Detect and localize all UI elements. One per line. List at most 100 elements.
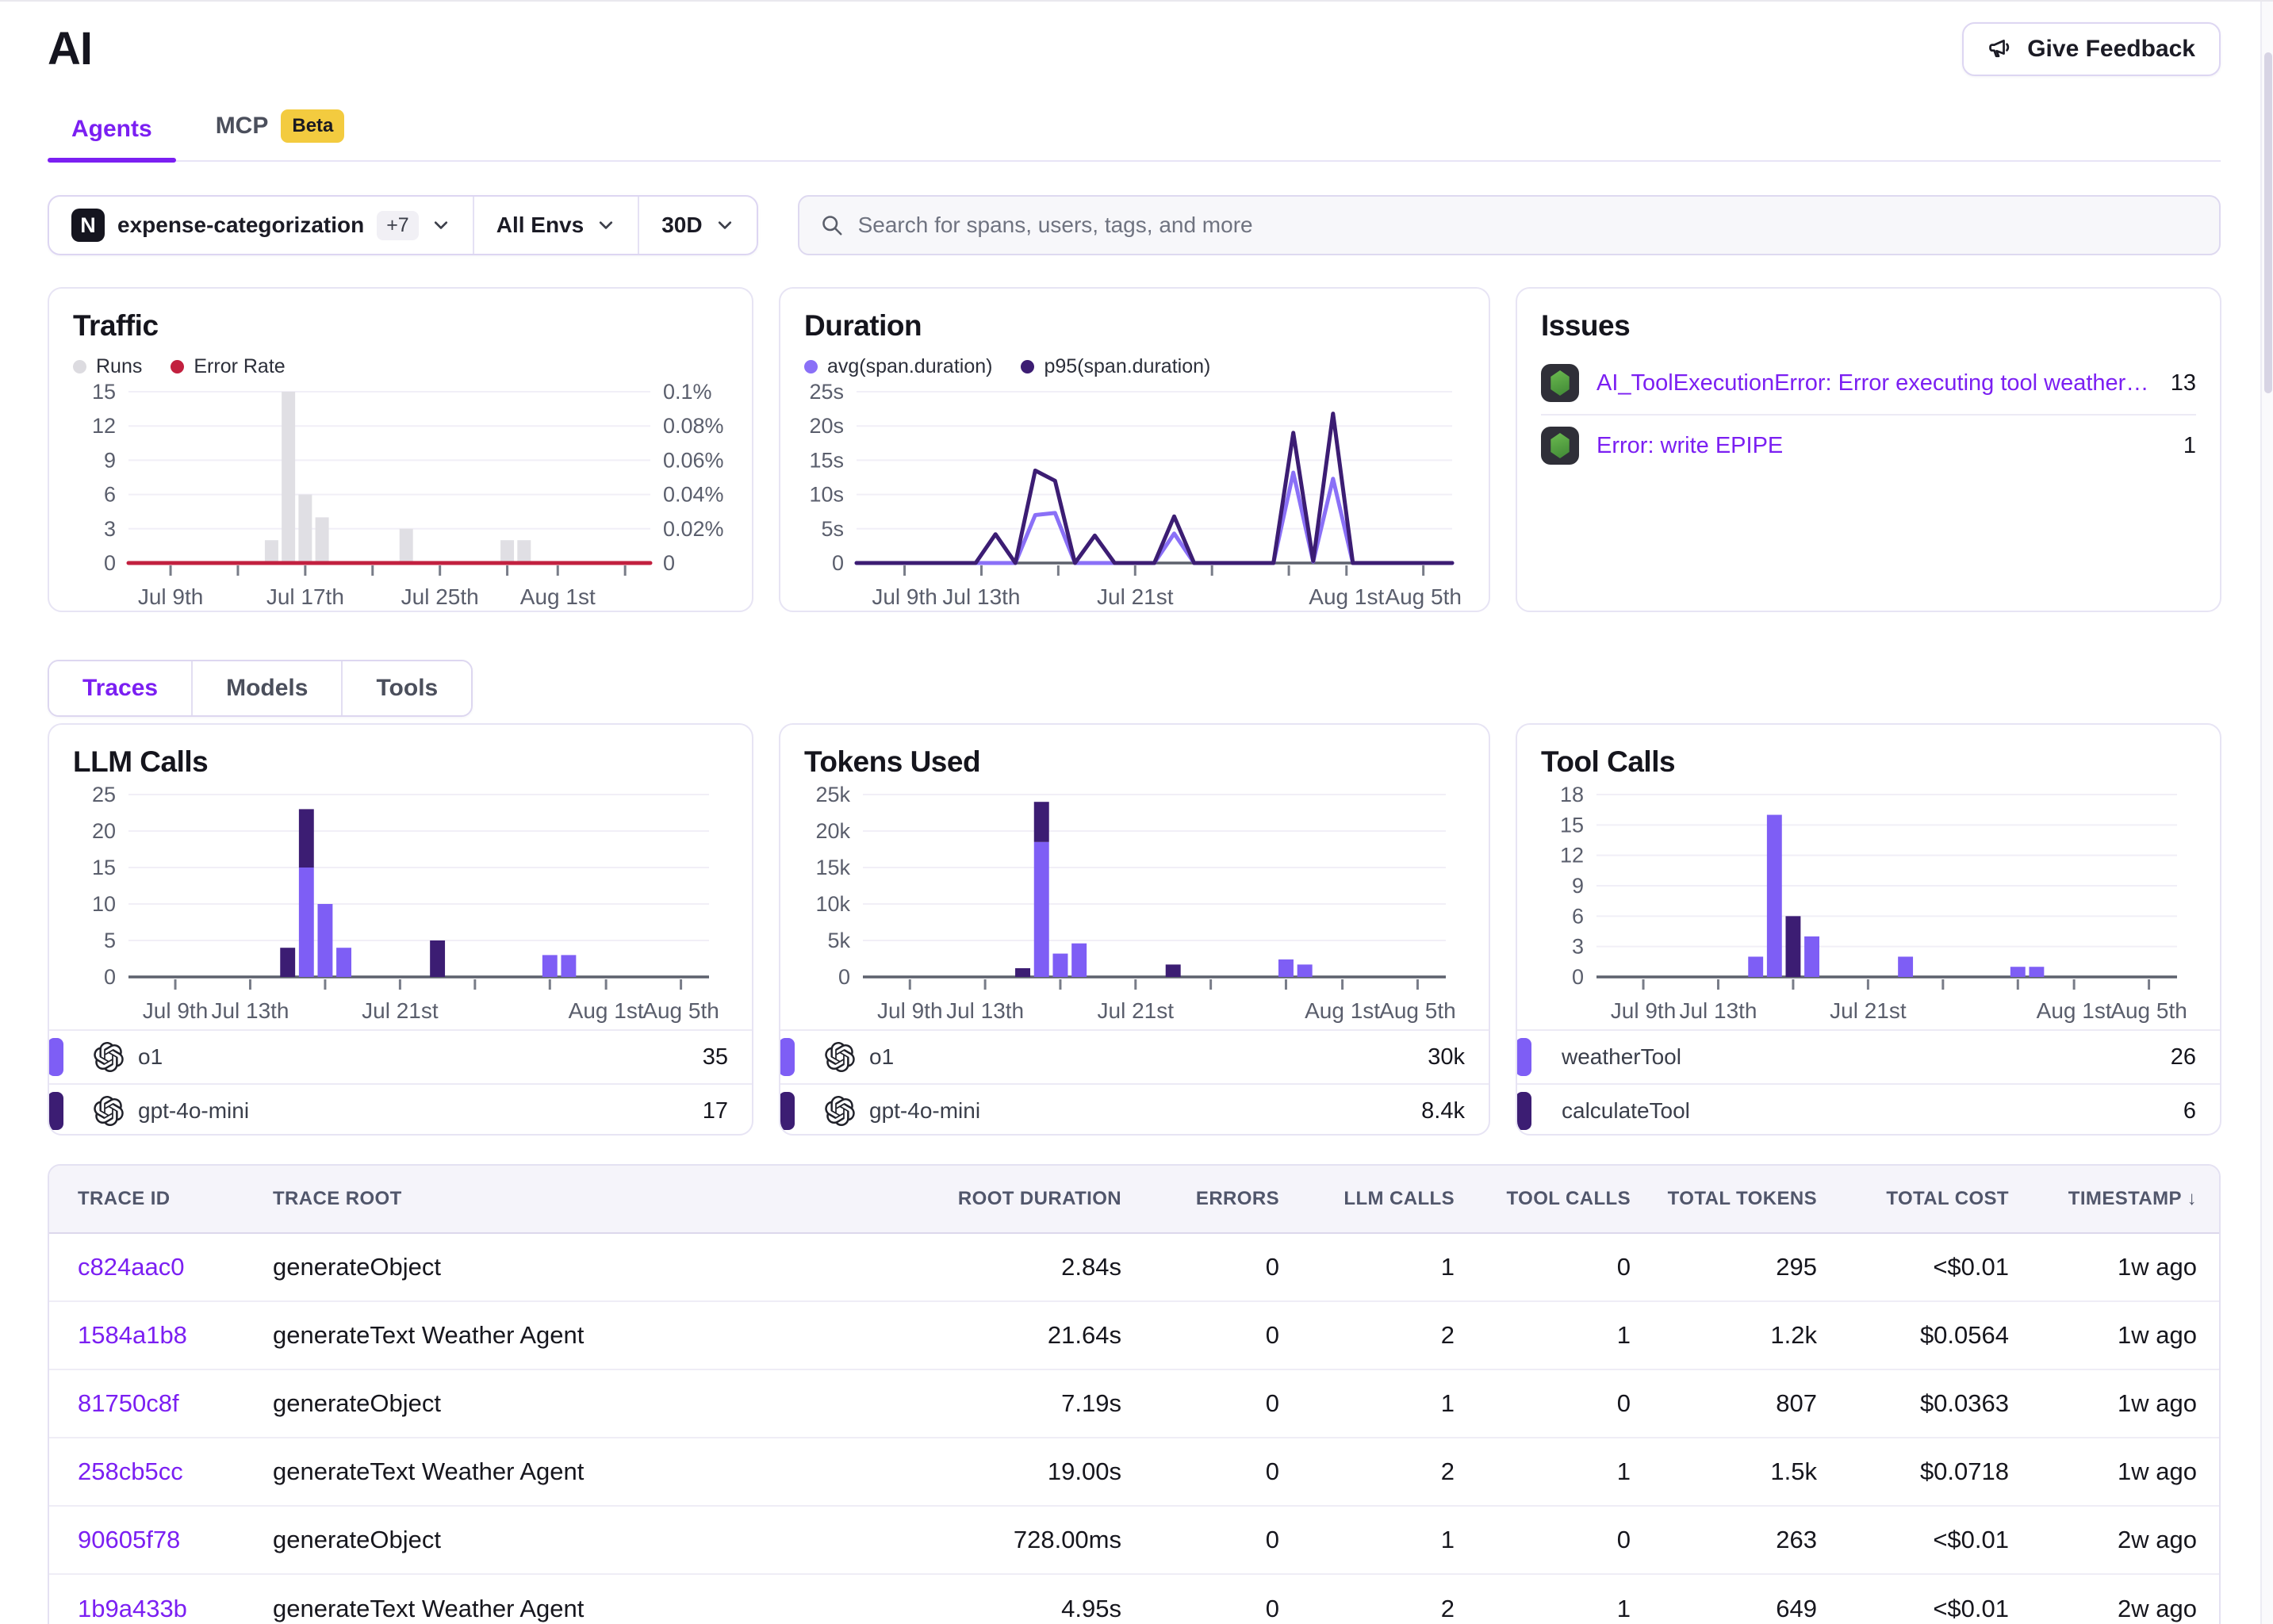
issue-link[interactable]: Error: write EPIPE bbox=[1596, 433, 2166, 459]
svg-text:0.06%: 0.06% bbox=[663, 448, 724, 472]
svg-text:Jul 9th: Jul 9th bbox=[1611, 998, 1677, 1023]
project-selector[interactable]: N expense-categorization +7 bbox=[49, 197, 473, 254]
total-tokens-cell: 649 bbox=[1635, 1595, 1822, 1623]
table-row[interactable]: 1b9a433bgenerateText Weather Agent4.95s0… bbox=[49, 1575, 2219, 1624]
llm-calls-cell: 1 bbox=[1284, 1253, 1459, 1281]
col-root-duration[interactable]: ROOT DURATION bbox=[809, 1188, 1126, 1210]
legend-row-o1[interactable]: o1 30k bbox=[780, 1029, 1489, 1083]
chevron-down-icon bbox=[715, 216, 734, 235]
col-llm-calls[interactable]: LLM CALLS bbox=[1284, 1188, 1459, 1210]
legend-row-gpt-4o-mini[interactable]: gpt-4o-mini 8.4k bbox=[780, 1083, 1489, 1136]
megaphone-icon bbox=[1987, 36, 2014, 63]
errors-cell: 0 bbox=[1126, 1389, 1284, 1418]
col-trace-id[interactable]: TRACE ID bbox=[49, 1188, 268, 1210]
tab-agents[interactable]: Agents bbox=[48, 116, 176, 160]
svg-text:25k: 25k bbox=[815, 783, 850, 806]
page-header: AI Give Feedback bbox=[48, 22, 2221, 76]
timestamp-link[interactable]: 1w ago bbox=[2118, 1253, 2197, 1281]
tokens-used-title: Tokens Used bbox=[804, 745, 1465, 779]
svg-text:6: 6 bbox=[1572, 904, 1584, 928]
svg-text:0: 0 bbox=[1572, 965, 1584, 989]
trace-id-link[interactable]: 1b9a433b bbox=[49, 1595, 268, 1623]
col-trace-root[interactable]: TRACE ROOT bbox=[268, 1188, 809, 1210]
llm-calls-title: LLM Calls bbox=[73, 745, 728, 779]
trace-root-cell: generateObject bbox=[268, 1526, 809, 1554]
tab-tools[interactable]: Tools bbox=[341, 661, 471, 715]
llm-calls-chart: 0510152025Jul 9thJul 13thJul 21stAug 1st… bbox=[73, 783, 728, 1029]
timestamp-link[interactable]: 1w ago bbox=[2118, 1389, 2197, 1418]
svg-text:25: 25 bbox=[92, 783, 116, 806]
svg-text:15: 15 bbox=[92, 856, 116, 879]
trace-id-link[interactable]: 258cb5cc bbox=[49, 1457, 268, 1486]
trace-id-link[interactable]: 81750c8f bbox=[49, 1389, 268, 1418]
svg-text:Jul 13th: Jul 13th bbox=[946, 998, 1024, 1023]
tab-traces[interactable]: Traces bbox=[49, 661, 191, 715]
trace-root-cell: generateObject bbox=[268, 1253, 809, 1281]
legend-row-calculatetool[interactable]: calculateTool 6 bbox=[1517, 1083, 2220, 1136]
filter-bar: N expense-categorization +7 All Envs 30D bbox=[48, 195, 2221, 255]
col-timestamp-sorted[interactable]: TIMESTAMP ↓ bbox=[2014, 1188, 2219, 1210]
traffic-title: Traffic bbox=[73, 309, 728, 343]
issue-gem-icon bbox=[1541, 427, 1579, 465]
svg-text:12: 12 bbox=[92, 414, 116, 438]
page-title: AI bbox=[48, 22, 92, 75]
timestamp-cell: 1w ago bbox=[2014, 1253, 2219, 1281]
svg-text:10: 10 bbox=[92, 892, 116, 916]
series-color-chip bbox=[1516, 1092, 1531, 1130]
total-cost-cell: <$0.01 bbox=[1822, 1253, 2014, 1281]
svg-text:Jul 21st: Jul 21st bbox=[1097, 584, 1174, 609]
svg-text:0: 0 bbox=[838, 965, 850, 989]
error-rate-legend-dot bbox=[171, 360, 184, 373]
table-row[interactable]: c824aac0generateObject2.84s010295<$0.011… bbox=[49, 1234, 2219, 1302]
search-input[interactable] bbox=[858, 213, 2198, 238]
svg-text:25s: 25s bbox=[809, 382, 844, 404]
table-row[interactable]: 81750c8fgenerateObject7.19s010807$0.0363… bbox=[49, 1370, 2219, 1438]
legend-row-gpt-4o-mini[interactable]: gpt-4o-mini 17 bbox=[49, 1083, 752, 1136]
trace-id-link[interactable]: 90605f78 bbox=[49, 1526, 268, 1554]
section-tabs: Traces Models Tools bbox=[48, 660, 473, 717]
tab-models[interactable]: Models bbox=[191, 661, 341, 715]
legend-row-weathertool[interactable]: weatherTool 26 bbox=[1517, 1029, 2220, 1083]
scrollbar-track[interactable] bbox=[2260, 2, 2273, 1624]
svg-text:0: 0 bbox=[104, 551, 116, 575]
timestamp-cell: 1w ago bbox=[2014, 1457, 2219, 1486]
traces-table-header: TRACE ID TRACE ROOT ROOT DURATION ERRORS… bbox=[49, 1166, 2219, 1234]
issue-link[interactable]: AI_ToolExecutionError: Error executing t… bbox=[1596, 370, 2153, 396]
table-row[interactable]: 90605f78generateObject728.00ms010263<$0.… bbox=[49, 1507, 2219, 1575]
timestamp-link[interactable]: 1w ago bbox=[2118, 1457, 2197, 1486]
legend-row-o1[interactable]: o1 35 bbox=[49, 1029, 752, 1083]
overview-panels: Traffic Runs Error Rate 0369121500.02%0.… bbox=[48, 287, 2221, 612]
issues-list: AI_ToolExecutionError: Error executing t… bbox=[1541, 352, 2196, 476]
give-feedback-button[interactable]: Give Feedback bbox=[1962, 22, 2221, 76]
trace-id-link[interactable]: 1584a1b8 bbox=[49, 1321, 268, 1350]
env-selector[interactable]: All Envs bbox=[473, 197, 638, 254]
col-errors[interactable]: ERRORS bbox=[1126, 1188, 1284, 1210]
root-duration-cell: 7.19s bbox=[809, 1389, 1126, 1418]
llm-calls-cell: 2 bbox=[1284, 1321, 1459, 1350]
issue-count: 13 bbox=[2171, 370, 2196, 396]
timestamp-cell: 2w ago bbox=[2014, 1526, 2219, 1554]
timestamp-link[interactable]: 2w ago bbox=[2118, 1526, 2197, 1554]
col-total-cost[interactable]: TOTAL COST bbox=[1822, 1188, 2014, 1210]
svg-text:Aug 1st: Aug 1st bbox=[2037, 998, 2112, 1023]
timestamp-link[interactable]: 1w ago bbox=[2118, 1321, 2197, 1350]
svg-text:Jul 21st: Jul 21st bbox=[1098, 998, 1175, 1023]
scrollbar-thumb[interactable] bbox=[2264, 52, 2272, 393]
total-tokens-cell: 295 bbox=[1635, 1253, 1822, 1281]
trace-id-link[interactable]: c824aac0 bbox=[49, 1253, 268, 1281]
timestamp-link[interactable]: 2w ago bbox=[2118, 1595, 2197, 1623]
project-extra-count: +7 bbox=[377, 211, 419, 240]
tool-calls-cell: 0 bbox=[1459, 1253, 1635, 1281]
svg-text:15s: 15s bbox=[809, 448, 844, 472]
table-row[interactable]: 1584a1b8generateText Weather Agent21.64s… bbox=[49, 1302, 2219, 1370]
col-total-tokens[interactable]: TOTAL TOKENS bbox=[1635, 1188, 1822, 1210]
col-tool-calls[interactable]: TOOL CALLS bbox=[1459, 1188, 1635, 1210]
errors-cell: 0 bbox=[1126, 1253, 1284, 1281]
total-tokens-cell: 807 bbox=[1635, 1389, 1822, 1418]
total-cost-cell: <$0.01 bbox=[1822, 1526, 2014, 1554]
svg-text:Jul 13th: Jul 13th bbox=[211, 998, 289, 1023]
date-range-selector[interactable]: 30D bbox=[638, 197, 756, 254]
tab-mcp[interactable]: MCP Beta bbox=[192, 109, 369, 160]
svg-text:20: 20 bbox=[92, 819, 116, 843]
table-row[interactable]: 258cb5ccgenerateText Weather Agent19.00s… bbox=[49, 1438, 2219, 1507]
